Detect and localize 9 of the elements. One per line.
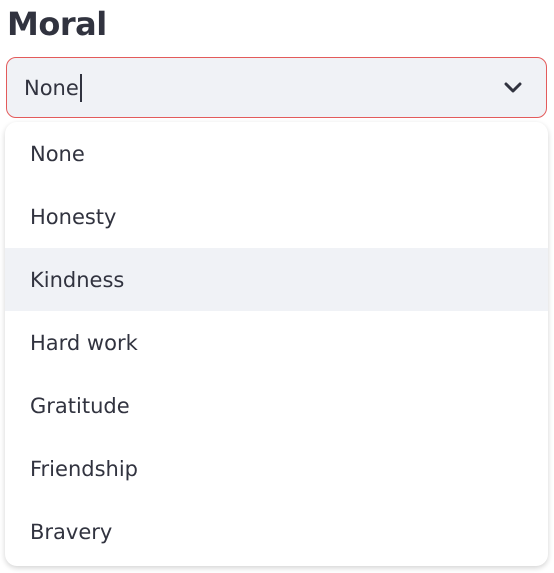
menu-option[interactable]: Bravery	[5, 500, 548, 563]
field-label: Moral	[6, 4, 107, 45]
menu-option[interactable]: Hard work	[5, 311, 548, 374]
menu-option[interactable]: Friendship	[5, 437, 548, 500]
menu-option[interactable]: None	[5, 122, 548, 185]
menu-option[interactable]: Kindness	[5, 248, 548, 311]
menu-option[interactable]: Gratitude	[5, 374, 548, 437]
menu-option[interactable]: Honesty	[5, 185, 548, 248]
select-field[interactable]: None	[6, 57, 547, 118]
